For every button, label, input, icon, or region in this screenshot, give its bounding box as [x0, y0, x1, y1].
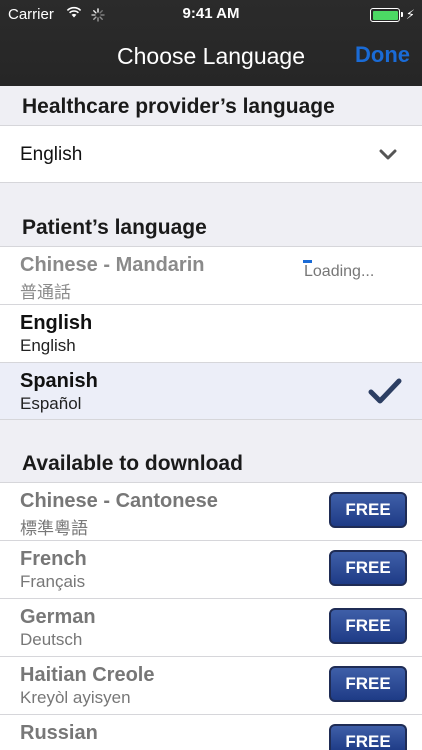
- language-name: Chinese - Cantonese: [20, 490, 218, 512]
- language-name: English: [20, 312, 93, 334]
- patient-language-header: Patient’s language: [22, 216, 207, 239]
- download-item-french: French Français FREE: [0, 540, 422, 598]
- language-name: German: [20, 606, 96, 628]
- language-name: Spanish: [20, 370, 98, 392]
- status-time: 9:41 AM: [182, 5, 240, 22]
- language-native-name: 普通話: [20, 283, 71, 302]
- navigation-bar: Carrier 9:41 AM ⚡ Choose Language Done: [0, 0, 422, 86]
- charging-bolt-icon: ⚡: [405, 7, 415, 22]
- free-download-button[interactable]: FREE: [329, 550, 407, 586]
- download-item-haitian-creole: Haitian Creole Kreyòl ayisyen FREE: [0, 656, 422, 714]
- available-download-header: Available to download: [22, 452, 243, 475]
- patient-language-item-mandarin[interactable]: Chinese - Mandarin 普通話 Loading...: [0, 246, 422, 304]
- download-item-cantonese: Chinese - Cantonese 標準粵語 FREE: [0, 482, 422, 540]
- status-bar: Carrier 9:41 AM ⚡: [0, 0, 422, 30]
- free-download-button[interactable]: FREE: [329, 666, 407, 702]
- free-download-button[interactable]: FREE: [329, 608, 407, 644]
- patient-language-item-english[interactable]: English English: [0, 304, 422, 362]
- language-name: French: [20, 548, 87, 570]
- download-item-german: German Deutsch FREE: [0, 598, 422, 656]
- done-button[interactable]: Done: [355, 42, 410, 68]
- free-download-button[interactable]: FREE: [329, 724, 407, 750]
- language-native-name: Deutsch: [20, 630, 83, 649]
- checkmark-icon: [368, 378, 402, 404]
- provider-language-select[interactable]: English: [0, 125, 422, 183]
- chevron-down-icon: [379, 149, 397, 160]
- language-native-name: English: [20, 336, 76, 355]
- battery-icon: [370, 8, 403, 22]
- patient-language-item-spanish[interactable]: Spanish Español: [0, 362, 422, 420]
- free-download-button[interactable]: FREE: [329, 492, 407, 528]
- language-native-name: Français: [20, 572, 86, 591]
- language-native-name: 標準粵語: [20, 519, 88, 538]
- provider-language-value: English: [20, 144, 83, 165]
- loading-status: Loading...: [304, 263, 375, 280]
- language-name: Chinese - Mandarin: [20, 254, 205, 276]
- language-name: Haitian Creole: [20, 664, 155, 686]
- language-name: Russian: [20, 722, 98, 744]
- language-native-name: Español: [20, 394, 82, 413]
- language-native-name: Kreyòl ayisyen: [20, 688, 131, 707]
- download-item-russian: Russian FREE: [0, 714, 422, 750]
- provider-language-header: Healthcare provider’s language: [22, 95, 335, 118]
